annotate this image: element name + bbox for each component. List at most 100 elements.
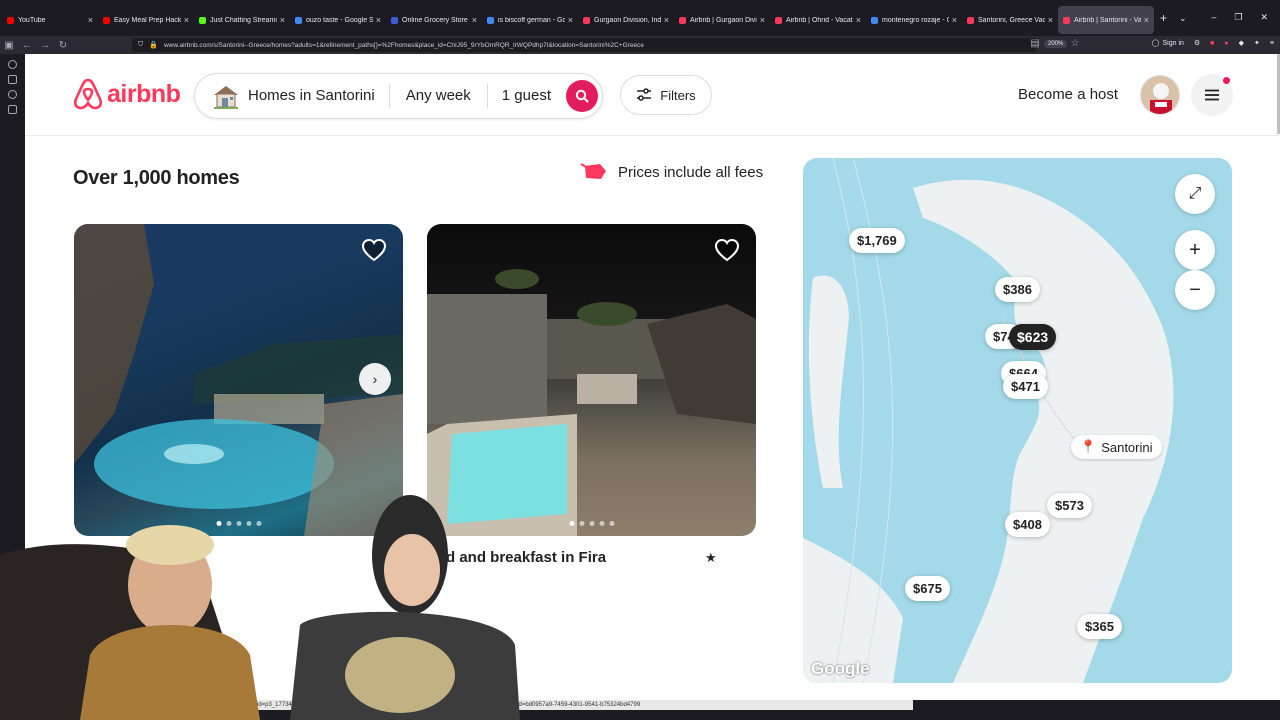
- search-who[interactable]: 1 guest: [488, 84, 551, 108]
- new-tab-button[interactable]: +: [1160, 11, 1167, 25]
- fees-label: Prices include all fees: [618, 163, 764, 181]
- browser-tab[interactable]: Gurgaon Division, India V×: [578, 6, 674, 34]
- search-bar[interactable]: Homes in Santorini Any week 1 guest: [194, 73, 603, 119]
- bookmark-star-icon[interactable]: ☆: [1066, 38, 1084, 49]
- price-tag-icon: [580, 163, 606, 179]
- map[interactable]: $1,769$386$74$623$664$471$573$408$675$36…: [803, 158, 1232, 683]
- map-price-marker[interactable]: $386: [995, 277, 1040, 302]
- sidebar-tabs-icon[interactable]: [8, 75, 17, 84]
- zoom-in-icon[interactable]: +: [1175, 230, 1215, 270]
- search-when[interactable]: Any week: [390, 84, 488, 108]
- sidebar-ai-icon[interactable]: [8, 60, 17, 69]
- become-host-link[interactable]: Become a host: [1018, 86, 1118, 103]
- window-controls: – ❐ ✕: [1211, 12, 1268, 23]
- address-bar[interactable]: ⛉ 🔒 www.airbnb.com/s/Santorini--Greece/h…: [132, 38, 1037, 52]
- zoom-out-icon[interactable]: −: [1175, 270, 1215, 310]
- tab-label: Just Chatting Streaming: [210, 16, 277, 24]
- tab-favicon-icon: [7, 16, 14, 24]
- tab-label: Airbnb | Gurgaon Divisio: [690, 16, 757, 24]
- webcam-video: [0, 495, 520, 720]
- map-price-marker[interactable]: $1,769: [849, 228, 905, 253]
- map-price-marker[interactable]: $623: [1009, 324, 1057, 350]
- favorite-heart-icon[interactable]: [714, 238, 740, 267]
- map-price-marker[interactable]: $675: [905, 576, 950, 601]
- sidebar-history-icon[interactable]: [8, 90, 17, 99]
- tab-close-icon[interactable]: ×: [952, 15, 957, 25]
- tab-label: Gurgaon Division, India V: [594, 16, 661, 24]
- tab-close-icon[interactable]: ×: [760, 15, 765, 25]
- tab-close-icon[interactable]: ×: [1048, 15, 1053, 25]
- reload-icon[interactable]: ↻: [54, 40, 72, 51]
- photo-dot[interactable]: [589, 521, 594, 526]
- sidebar-bookmarks-icon[interactable]: [8, 105, 17, 114]
- puzzle-icon[interactable]: ✦: [1254, 39, 1260, 47]
- tab-label: YouTube: [18, 16, 46, 24]
- tab-close-icon[interactable]: ×: [664, 15, 669, 25]
- photo-dot[interactable]: [599, 521, 604, 526]
- airbnb-logo[interactable]: airbnb: [73, 78, 181, 110]
- map-price-marker[interactable]: $471: [1003, 374, 1048, 399]
- avatar[interactable]: [1140, 75, 1180, 115]
- extension-icon[interactable]: ◆: [1239, 39, 1244, 47]
- search-where[interactable]: Homes in Santorini: [248, 84, 390, 108]
- tab-close-icon[interactable]: ×: [1144, 15, 1149, 25]
- map-price-marker[interactable]: $573: [1047, 493, 1092, 518]
- search-icon: [575, 89, 589, 103]
- logo-wordmark: airbnb: [107, 79, 181, 108]
- lock-icon[interactable]: 🔒: [149, 41, 158, 49]
- sign-in-button[interactable]: ◯ Sign in: [1152, 39, 1184, 48]
- tab-close-icon[interactable]: ×: [376, 15, 381, 25]
- browser-tab[interactable]: Online Grocery Store | B×: [386, 6, 482, 34]
- tab-favicon-icon: [391, 16, 398, 24]
- zoom-level[interactable]: 200%: [1044, 40, 1068, 48]
- tab-list-button[interactable]: ⌄: [1179, 13, 1187, 24]
- site-header: airbnb Homes in Santorini Any week 1 gue…: [25, 54, 1280, 136]
- extension-badge-icon[interactable]: ■: [1210, 40, 1214, 47]
- tab-close-icon[interactable]: ×: [472, 15, 477, 25]
- adblock-icon[interactable]: ●: [1224, 40, 1228, 47]
- tab-close-icon[interactable]: ×: [568, 15, 573, 25]
- tab-favicon-icon: [967, 16, 974, 24]
- tab-close-icon[interactable]: ×: [184, 15, 189, 25]
- app-menu-icon[interactable]: ≡: [1270, 40, 1274, 47]
- rating-star-icon: ★: [705, 550, 717, 565]
- minimize-icon[interactable]: –: [1211, 12, 1216, 23]
- tab-favicon-icon: [295, 16, 302, 24]
- tracking-shield-icon[interactable]: ⛉: [138, 41, 143, 49]
- filters-label: Filters: [660, 87, 696, 103]
- browser-tab[interactable]: Just Chatting Streaming×: [194, 6, 290, 34]
- favorite-heart-icon[interactable]: [361, 238, 387, 267]
- photo-dot[interactable]: [609, 521, 614, 526]
- browser-tab[interactable]: Airbnb | Gurgaon Divisio×: [674, 6, 770, 34]
- filters-button[interactable]: Filters: [620, 75, 712, 115]
- map-price-marker[interactable]: $365: [1077, 614, 1122, 639]
- tab-close-icon[interactable]: ×: [88, 15, 93, 25]
- back-icon[interactable]: ←: [18, 40, 36, 51]
- tab-favicon-icon: [679, 16, 686, 24]
- map-place-label[interactable]: 📍 Santorini: [1071, 435, 1162, 459]
- sidebar-toggle-icon[interactable]: ▣: [0, 40, 18, 51]
- photo-dot[interactable]: [579, 521, 584, 526]
- browser-tab[interactable]: Santorini, Greece Vacatio×: [962, 6, 1058, 34]
- tab-favicon-icon: [871, 16, 878, 24]
- browser-tab[interactable]: Airbnb | Santorini - Vaca×: [1058, 6, 1154, 34]
- browser-tab[interactable]: Easy Meal Prep Hack - Yo×: [98, 6, 194, 34]
- expand-map-icon[interactable]: ⤢: [1175, 174, 1215, 214]
- tab-close-icon[interactable]: ×: [856, 15, 861, 25]
- browser-tab[interactable]: Airbnb | Ohrid - Vacation×: [770, 6, 866, 34]
- reader-view-icon[interactable]: ▤: [1026, 38, 1044, 49]
- browser-tab[interactable]: ouzo taste - Google Sear×: [290, 6, 386, 34]
- photo-dot[interactable]: [569, 521, 574, 526]
- restore-icon[interactable]: ❐: [1234, 12, 1242, 23]
- search-button[interactable]: [566, 80, 598, 112]
- browser-tab[interactable]: is biscoff german - Goog×: [482, 6, 578, 34]
- browser-tab-bar: YouTube×Easy Meal Prep Hack - Yo×Just Ch…: [0, 0, 1280, 36]
- extensions-icon[interactable]: ⚙: [1194, 39, 1200, 47]
- next-photo-button[interactable]: ›: [359, 363, 391, 395]
- browser-tab[interactable]: YouTube ×: [2, 6, 98, 34]
- map-price-marker[interactable]: $408: [1005, 512, 1050, 537]
- browser-tab[interactable]: montenegro rozaje - Goo×: [866, 6, 962, 34]
- tab-close-icon[interactable]: ×: [280, 15, 285, 25]
- forward-icon[interactable]: →: [36, 40, 54, 51]
- close-window-icon[interactable]: ✕: [1260, 12, 1268, 23]
